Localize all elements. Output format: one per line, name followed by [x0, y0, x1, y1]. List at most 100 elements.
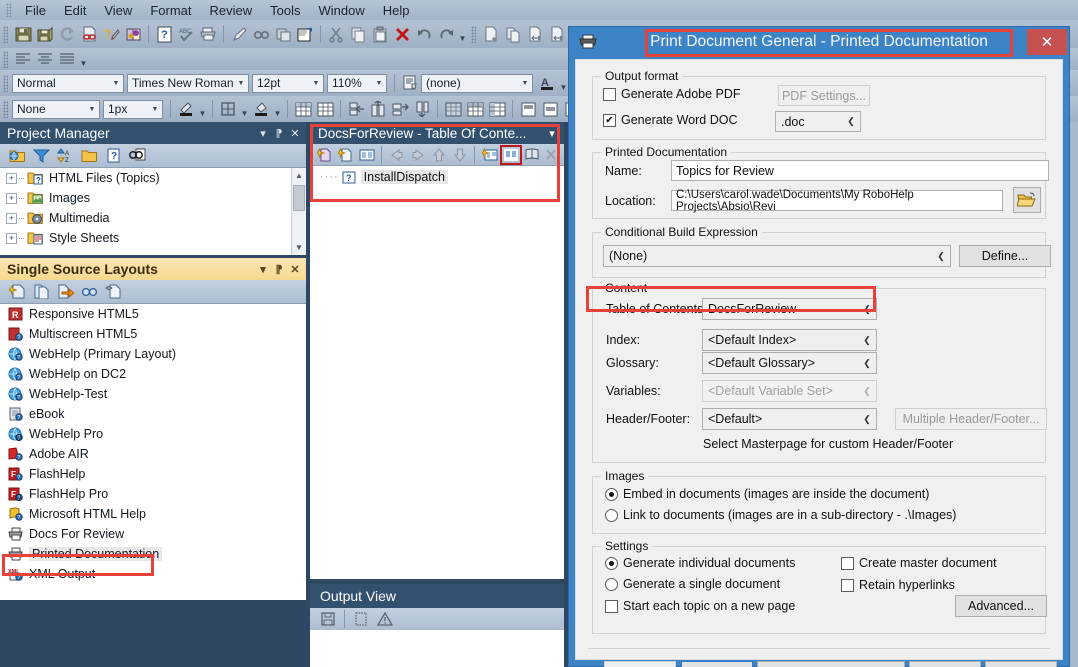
panel-menu-icon[interactable]: ▾: [255, 127, 271, 140]
toc-properties-icon[interactable]: [356, 145, 377, 165]
new-page-icon[interactable]: [335, 145, 356, 165]
layout-item-ebook[interactable]: ? eBook: [0, 404, 306, 424]
fill-color-dropdown[interactable]: ▼: [272, 98, 283, 120]
insert-row-above-icon[interactable]: [345, 98, 367, 120]
move-right-icon[interactable]: [407, 145, 428, 165]
pin-icon[interactable]: ⁋: [271, 263, 287, 276]
toc-item-label[interactable]: InstallDispatch: [360, 170, 448, 184]
delete-toc-item-icon[interactable]: [543, 145, 564, 165]
clear-log-icon[interactable]: [349, 609, 373, 629]
index-combo[interactable]: <Default Index> ❮: [702, 329, 877, 351]
layout-item-webhelp-primary-layout[interactable]: ? WebHelp (Primary Layout): [0, 344, 306, 364]
find-icon[interactable]: [125, 146, 149, 166]
pin-icon[interactable]: ⁋: [271, 127, 287, 140]
view-output-icon[interactable]: [77, 282, 101, 302]
warning-icon[interactable]: [373, 609, 397, 629]
tree-item-html-files[interactable]: + ? HTML Files (Topics): [0, 168, 306, 188]
layout-item-xml-output[interactable]: XML? XML Output: [0, 564, 306, 584]
dialog-title-bar[interactable]: Print Document General - Printed Documen…: [569, 27, 1069, 57]
expand-icon[interactable]: +: [6, 172, 17, 184]
close-icon[interactable]: ✕: [1027, 29, 1067, 55]
menu-format[interactable]: Format: [141, 1, 200, 20]
layout-item-docs-for-review[interactable]: Docs For Review: [0, 524, 306, 544]
tree-item-style-sheets[interactable]: + Style Sheets: [0, 228, 306, 248]
split-cells-icon[interactable]: [464, 98, 486, 120]
panel-menu-icon[interactable]: ▾: [255, 263, 271, 276]
scroll-thumb[interactable]: [293, 185, 305, 211]
layout-item-microsoft-html-help[interactable]: ? Microsoft HTML Help: [0, 504, 306, 524]
new-book-icon[interactable]: [314, 145, 335, 165]
master-doc-checkbox[interactable]: [841, 556, 854, 570]
retain-links-checkbox[interactable]: [841, 578, 854, 592]
link-topic2-icon[interactable]: [546, 23, 568, 45]
font-color-icon[interactable]: A: [536, 72, 558, 94]
master-doc-row[interactable]: Create master document: [841, 556, 997, 570]
delete-icon[interactable]: [391, 23, 413, 45]
chevron-down-icon[interactable]: ▾: [544, 127, 560, 140]
new-folder-icon[interactable]: [5, 146, 29, 166]
table-properties-icon[interactable]: [314, 98, 336, 120]
copy-topic-icon[interactable]: [272, 23, 294, 45]
color-book-icon[interactable]: [122, 23, 144, 45]
generate-individual-row[interactable]: Generate individual documents: [605, 556, 795, 570]
pencil-icon[interactable]: [228, 23, 250, 45]
list-style-icon[interactable]: [399, 72, 421, 94]
fontsize-combo[interactable]: 12pt ▼: [252, 73, 324, 93]
header-footer-combo[interactable]: <Default> ❮: [702, 408, 877, 430]
document-properties-icon[interactable]: [294, 23, 316, 45]
insert-column-icon[interactable]: [367, 98, 389, 120]
toolbar-overflow-1[interactable]: ▼: [457, 23, 468, 45]
style-combo[interactable]: Normal ▼: [12, 73, 124, 93]
border-color-dropdown[interactable]: ▼: [197, 98, 208, 120]
insert-row-right-icon[interactable]: [389, 98, 411, 120]
toc-combo[interactable]: DocsForReview ❮: [702, 298, 877, 320]
align-top-icon[interactable]: [517, 98, 539, 120]
menu-tools[interactable]: Tools: [261, 1, 309, 20]
link-images-row[interactable]: Link to documents (images are in a sub-d…: [605, 508, 956, 522]
new-layout-icon[interactable]: [5, 282, 29, 302]
back-button[interactable]: < Back: [604, 661, 676, 667]
layout-item-webhelp-pro[interactable]: ? WebHelp Pro: [0, 424, 306, 444]
save-log-icon[interactable]: [316, 609, 340, 629]
paste-icon[interactable]: [369, 23, 391, 45]
align-middle-icon[interactable]: [539, 98, 561, 120]
generate-single-row[interactable]: Generate a single document: [605, 577, 780, 591]
layout-item-responsive-html5[interactable]: R Responsive HTML5: [0, 304, 306, 324]
spellcheck-icon[interactable]: ABC: [175, 23, 197, 45]
link-images-radio[interactable]: [605, 508, 618, 522]
move-left-icon[interactable]: [386, 145, 407, 165]
toc-glossary-icon[interactable]: [522, 145, 543, 165]
generate-individual-radio[interactable]: [605, 556, 618, 570]
undo-icon[interactable]: [413, 23, 435, 45]
filter-icon[interactable]: [29, 146, 53, 166]
tree-item-multimedia[interactable]: + Multimedia: [0, 208, 306, 228]
save-all-icon[interactable]: [34, 23, 56, 45]
multiple-header-footer-button[interactable]: Multiple Header/Footer...: [895, 408, 1047, 430]
retain-links-row[interactable]: Retain hyperlinks: [841, 578, 955, 592]
save-and-generate-button[interactable]: Save and Generate: [757, 661, 905, 667]
new-topic-icon[interactable]: [480, 23, 502, 45]
next-button[interactable]: Next >: [681, 661, 753, 667]
move-down-icon[interactable]: [449, 145, 470, 165]
layout-item-flashhelp-pro[interactable]: F? FlashHelp Pro: [0, 484, 306, 504]
embed-images-radio[interactable]: [605, 487, 618, 501]
border-color-icon[interactable]: [175, 98, 197, 120]
toc-empty-area[interactable]: [310, 188, 564, 579]
merge-cells-icon[interactable]: [442, 98, 464, 120]
embed-images-row[interactable]: Embed in documents (images are inside th…: [605, 487, 929, 501]
glossary-combo[interactable]: <Default Glossary> ❮: [702, 352, 877, 374]
copy-icon[interactable]: [347, 23, 369, 45]
single-source-layouts-list[interactable]: R Responsive HTML5? Multiscreen HTML5? WebH…: [0, 304, 306, 600]
save-button[interactable]: Save: [909, 661, 981, 667]
topic-properties-icon[interactable]: ?: [100, 23, 122, 45]
generate-single-radio[interactable]: [605, 577, 618, 591]
glasses-icon[interactable]: [250, 23, 272, 45]
move-up-icon[interactable]: [428, 145, 449, 165]
align-center-icon[interactable]: [34, 48, 56, 70]
define-button[interactable]: Define...: [959, 245, 1051, 267]
folder-icon[interactable]: [77, 146, 101, 166]
generate-icon[interactable]: [53, 282, 77, 302]
expand-icon[interactable]: +: [6, 192, 17, 204]
copy-layout-icon[interactable]: [29, 282, 53, 302]
fill-color-icon[interactable]: [250, 98, 272, 120]
